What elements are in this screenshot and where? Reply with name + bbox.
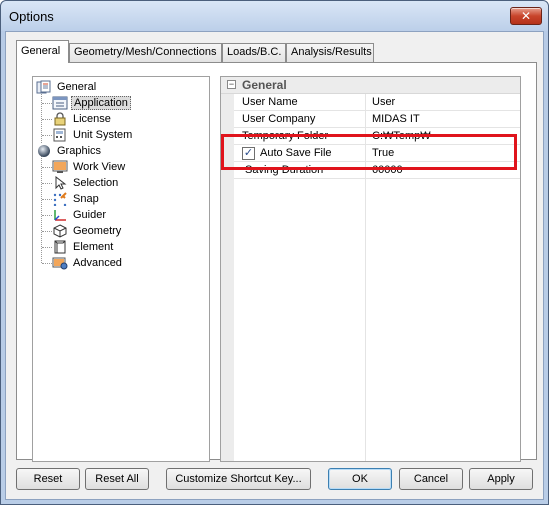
tree-item-work-view[interactable]: Work View: [52, 159, 127, 175]
element-icon: [52, 240, 68, 254]
tree-item-element[interactable]: Element: [52, 239, 115, 255]
snap-icon: [52, 192, 68, 207]
reset-button[interactable]: Reset: [16, 468, 80, 490]
graphics-sphere-icon: [36, 144, 52, 158]
tree-item-selection[interactable]: Selection: [52, 175, 120, 191]
property-name: Auto Save File: [260, 147, 332, 159]
property-row-user-name[interactable]: User Name User: [234, 94, 520, 111]
property-grid[interactable]: − General User Name User User Company MI…: [220, 76, 521, 462]
property-value[interactable]: True: [372, 147, 394, 159]
tree-item-advanced[interactable]: Advanced: [52, 255, 124, 271]
tab-loads-bc[interactable]: Loads/B.C.: [222, 43, 286, 62]
tree-item-snap[interactable]: Snap: [52, 191, 101, 207]
tab-analysis-results[interactable]: Analysis/Results: [286, 43, 374, 62]
tree-item-general[interactable]: General: [36, 79, 98, 95]
tree-item-unit-system[interactable]: Unit System: [52, 127, 134, 143]
property-name: Temporary Folder: [242, 130, 329, 142]
property-value[interactable]: MIDAS IT: [372, 113, 420, 125]
license-lock-icon: [52, 112, 68, 126]
tree-item-label: General: [57, 81, 97, 94]
tree-item-application[interactable]: Application: [52, 95, 131, 111]
window-title: Options: [9, 9, 54, 24]
options-tree[interactable]: General Application License Unit System …: [32, 76, 210, 462]
customize-shortcut-key-button[interactable]: Customize Shortcut Key...: [166, 468, 311, 490]
tree-item-geometry[interactable]: Geometry: [52, 223, 123, 239]
tree-item-label: Selection: [73, 177, 119, 190]
collapse-icon[interactable]: −: [227, 80, 236, 89]
work-view-icon: [52, 160, 68, 174]
tree-item-label: Element: [73, 241, 114, 254]
tree-item-label: License: [73, 113, 111, 126]
ok-button[interactable]: OK: [328, 468, 392, 490]
property-value[interactable]: 60000: [372, 164, 403, 176]
geometry-cube-icon: [52, 224, 68, 238]
property-row-user-company[interactable]: User Company MIDAS IT: [234, 111, 520, 128]
tree-item-label: Guider: [73, 209, 107, 222]
property-category-general[interactable]: − General: [221, 77, 520, 94]
auto-save-checkbox[interactable]: ✓: [242, 147, 255, 160]
property-row-saving-duration[interactable]: Saving Duration 60000: [234, 162, 520, 179]
tree-item-graphics[interactable]: Graphics: [36, 143, 103, 159]
property-row-auto-save-file[interactable]: ✓ Auto Save File True: [234, 145, 520, 162]
property-value[interactable]: C:₩Temp₩: [372, 130, 431, 142]
general-options-icon: [36, 80, 52, 94]
advanced-icon: [52, 256, 68, 270]
tree-item-label: Unit System: [73, 129, 133, 142]
tab-panel-general: General Application License Unit System …: [16, 62, 537, 462]
close-button[interactable]: ✕: [510, 7, 542, 25]
property-name: User Name: [242, 96, 298, 108]
property-row-temporary-folder[interactable]: Temporary Folder C:₩Temp₩: [234, 128, 520, 145]
options-window: Options ✕ General Geometry/Mesh/Connecti…: [0, 0, 549, 505]
title-bar[interactable]: Options ✕: [1, 1, 548, 31]
tree-item-license[interactable]: License: [52, 111, 113, 127]
reset-all-button[interactable]: Reset All: [85, 468, 149, 490]
tree-item-label: Snap: [73, 193, 99, 206]
selection-cursor-icon: [52, 176, 68, 190]
tree-item-label: Graphics: [57, 145, 102, 158]
category-label: General: [242, 78, 287, 92]
tree-item-label: Advanced: [73, 257, 122, 270]
tree-item-label: Work View: [73, 161, 126, 174]
tab-geometry-mesh-connections[interactable]: Geometry/Mesh/Connections: [69, 43, 222, 62]
tree-item-label: Geometry: [73, 225, 122, 238]
property-value[interactable]: User: [372, 96, 395, 108]
tree-item-label: Application: [71, 96, 131, 111]
close-icon: ✕: [520, 9, 532, 23]
property-name: Saving Duration: [245, 164, 324, 176]
tree-item-guider[interactable]: Guider: [52, 207, 108, 223]
unit-system-icon: [52, 128, 68, 142]
property-name: User Company: [242, 113, 316, 125]
tab-general[interactable]: General: [16, 40, 69, 63]
guider-axes-icon: [52, 208, 68, 222]
application-icon: [52, 96, 68, 110]
cancel-button[interactable]: Cancel: [399, 468, 463, 490]
apply-button[interactable]: Apply: [469, 468, 533, 490]
dialog-body: General Geometry/Mesh/Connections Loads/…: [5, 31, 544, 500]
